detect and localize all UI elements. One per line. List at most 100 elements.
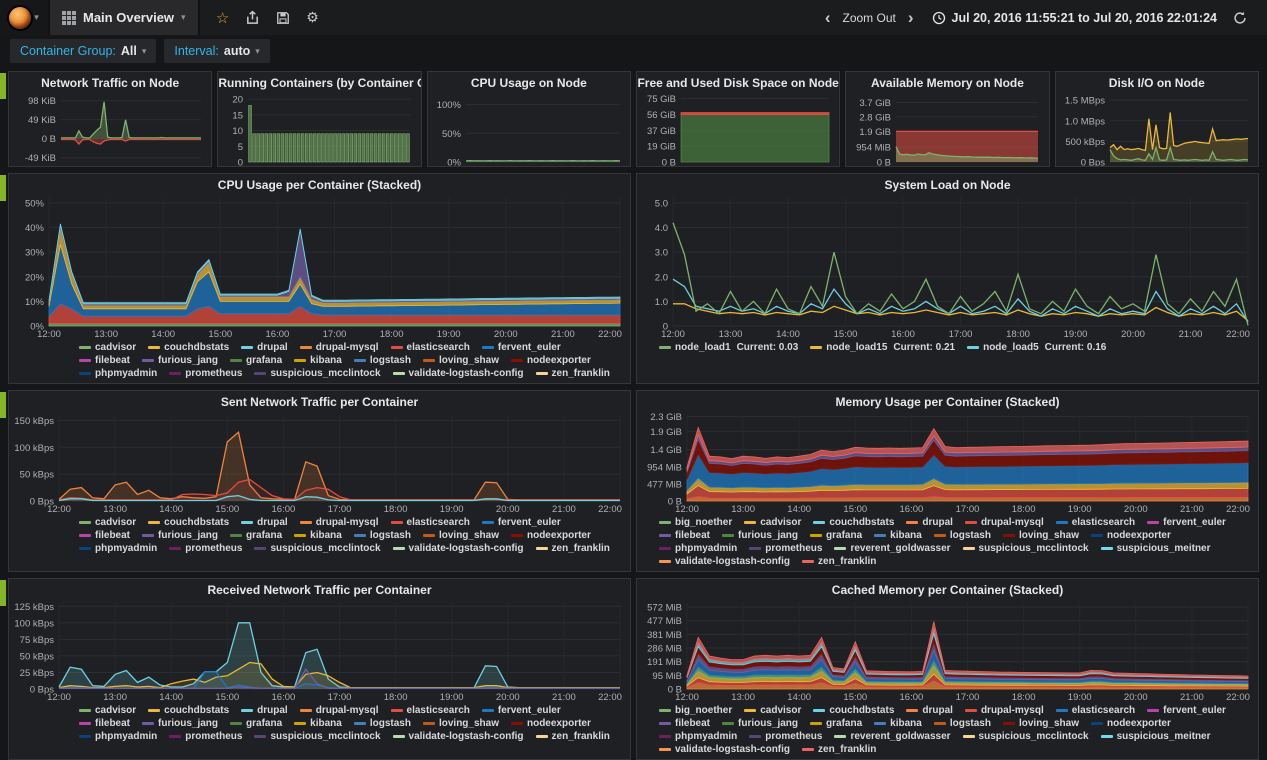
legend-item[interactable]: furious_jang [722,529,798,542]
legend-item[interactable]: loving_shaw [423,717,499,730]
legend-item[interactable]: kibana [294,717,342,730]
panel-title[interactable]: Cached Memory per Container (Stacked) [637,579,1258,598]
legend-item[interactable]: elasticsearch [391,704,470,717]
available-memory-chart[interactable]: 3.7 GiB2.8 GiB1.9 GiB954 MiB0 B [848,92,1044,166]
interval-select[interactable]: Interval: auto ▾ [164,39,269,63]
legend-item[interactable]: logstash [354,354,411,367]
legend-item[interactable]: kibana [874,717,922,730]
legend-item[interactable]: drupal-mysql [300,704,379,717]
legend-item[interactable]: kibana [294,354,342,367]
network-traffic-chart[interactable]: 98 KiB49 KiB0 B-49 KiB [11,92,207,166]
legend-item[interactable]: big_noether [659,704,732,717]
legend-item[interactable]: node_load15Current: 0.21 [810,341,955,354]
panel-title[interactable]: Received Network Traffic per Container [9,579,630,598]
legend-item[interactable]: phpmyadmin [79,730,157,743]
legend-item[interactable]: fervent_euler [1147,516,1226,529]
memory-per-container-chart[interactable]: 2.3 GiB1.9 GiB1.4 GiB954 MiB477 MiB0 B12… [639,411,1254,515]
panel-title[interactable]: Free and Used Disk Space on Node [637,72,839,91]
legend-item[interactable]: zen_franklin [802,743,876,756]
legend-item[interactable]: zen_franklin [536,730,610,743]
panel-title[interactable]: Disk I/O on Node [1056,72,1258,91]
legend-item[interactable]: logstash [934,717,991,730]
legend-item[interactable]: prometheus [749,730,822,743]
cpu-node-chart[interactable]: 100%50%0% [430,92,626,166]
panel-title[interactable]: Memory Usage per Container (Stacked) [637,391,1258,410]
legend-item[interactable]: loving_shaw [1003,717,1079,730]
share-button[interactable] [240,5,266,31]
legend-item[interactable]: fervent_euler [1147,704,1226,717]
zoom-out-button[interactable]: Zoom Out [843,11,896,25]
legend-item[interactable]: couchdbstats [813,704,894,717]
legend-item[interactable]: validate-logstash-config [659,555,790,568]
legend-item[interactable]: loving_shaw [423,354,499,367]
grafana-logo[interactable]: ▾ [0,0,50,35]
legend-item[interactable]: logstash [934,529,991,542]
legend-item[interactable]: cadvisor [79,516,136,529]
legend-item[interactable]: elasticsearch [1056,704,1135,717]
legend-item[interactable]: kibana [294,529,342,542]
received-network-chart[interactable]: 125 kBps100 kBps75 kBps50 kBps25 kBps0 B… [11,599,626,703]
refresh-button[interactable] [1227,5,1253,31]
legend-item[interactable]: fervent_euler [482,704,561,717]
legend-item[interactable]: phpmyadmin [79,542,157,555]
row-collapse-handle[interactable] [0,175,6,201]
legend-item[interactable]: filebeat [79,717,130,730]
legend-item[interactable]: validate-logstash-config [393,730,524,743]
dashboard-picker[interactable]: Main Overview ▾ [50,0,200,35]
panel-title[interactable]: Running Containers (by Container Group) [218,72,420,91]
time-range-button[interactable]: Jul 20, 2016 11:55:21 to Jul 20, 2016 22… [932,11,1217,25]
legend-item[interactable]: nodeexporter [1091,529,1171,542]
legend-item[interactable]: filebeat [79,529,130,542]
legend-item[interactable]: nodeexporter [511,354,591,367]
legend-item[interactable]: filebeat [659,717,710,730]
legend-item[interactable]: suspicious_mcclintock [963,730,1089,743]
legend-item[interactable]: drupal [906,704,953,717]
legend-item[interactable]: big_noether [659,516,732,529]
legend-item[interactable]: elasticsearch [391,516,470,529]
legend-item[interactable]: loving_shaw [1003,529,1079,542]
legend-item[interactable]: couchdbstats [813,516,894,529]
legend-item[interactable]: filebeat [79,354,130,367]
container-group-select[interactable]: Container Group: All ▾ [10,39,156,63]
sent-network-chart[interactable]: 150 kBps100 kBps50 kBps0 Bps12:0013:0014… [11,411,626,515]
legend-item[interactable]: furious_jang [142,354,218,367]
legend-item[interactable]: reverent_goldwasser [834,730,950,743]
legend-item[interactable]: suspicious_mcclintock [254,542,380,555]
legend-item[interactable]: elasticsearch [391,341,470,354]
time-forward-button[interactable]: › [906,9,916,26]
legend-item[interactable]: grafana [810,529,862,542]
legend-item[interactable]: drupal [906,516,953,529]
legend-item[interactable]: drupal-mysql [300,341,379,354]
time-back-button[interactable]: ‹ [823,9,833,26]
panel-title[interactable]: Available Memory on Node [846,72,1048,91]
legend-item[interactable]: zen_franklin [802,555,876,568]
legend-item[interactable]: couchdbstats [148,516,229,529]
legend-item[interactable]: drupal-mysql [965,704,1044,717]
legend-item[interactable]: zen_franklin [536,367,610,380]
legend-item[interactable]: phpmyadmin [659,730,737,743]
legend-item[interactable]: prometheus [169,367,242,380]
system-load-chart[interactable]: 5.04.03.02.01.0012:0013:0014:0015:0016:0… [639,194,1254,340]
save-button[interactable] [270,5,296,31]
running-containers-chart[interactable]: 20151050 [220,92,416,166]
row-collapse-handle[interactable] [0,73,6,99]
legend-item[interactable]: drupal [241,516,288,529]
legend-item[interactable]: filebeat [659,529,710,542]
legend-item[interactable]: furious_jang [722,717,798,730]
legend-item[interactable]: nodeexporter [1091,717,1171,730]
row-collapse-handle[interactable] [0,580,6,606]
legend-item[interactable]: zen_franklin [536,542,610,555]
panel-title[interactable]: Network Traffic on Node [9,72,211,91]
cached-memory-chart[interactable]: 572 MiB477 MiB381 MiB286 MiB191 MiB95 Mi… [639,599,1254,703]
legend-item[interactable]: grafana [230,529,282,542]
legend-item[interactable]: drupal-mysql [300,516,379,529]
legend-item[interactable]: nodeexporter [511,717,591,730]
legend-item[interactable]: node_load5Current: 0.16 [967,341,1106,354]
legend-item[interactable]: drupal [241,704,288,717]
legend-item[interactable]: suspicious_meitner [1101,730,1211,743]
legend-item[interactable]: elasticsearch [1056,516,1135,529]
legend-item[interactable]: couchdbstats [148,704,229,717]
legend-item[interactable]: cadvisor [744,704,801,717]
legend-item[interactable]: suspicious_mcclintock [963,542,1089,555]
legend-item[interactable]: validate-logstash-config [393,542,524,555]
